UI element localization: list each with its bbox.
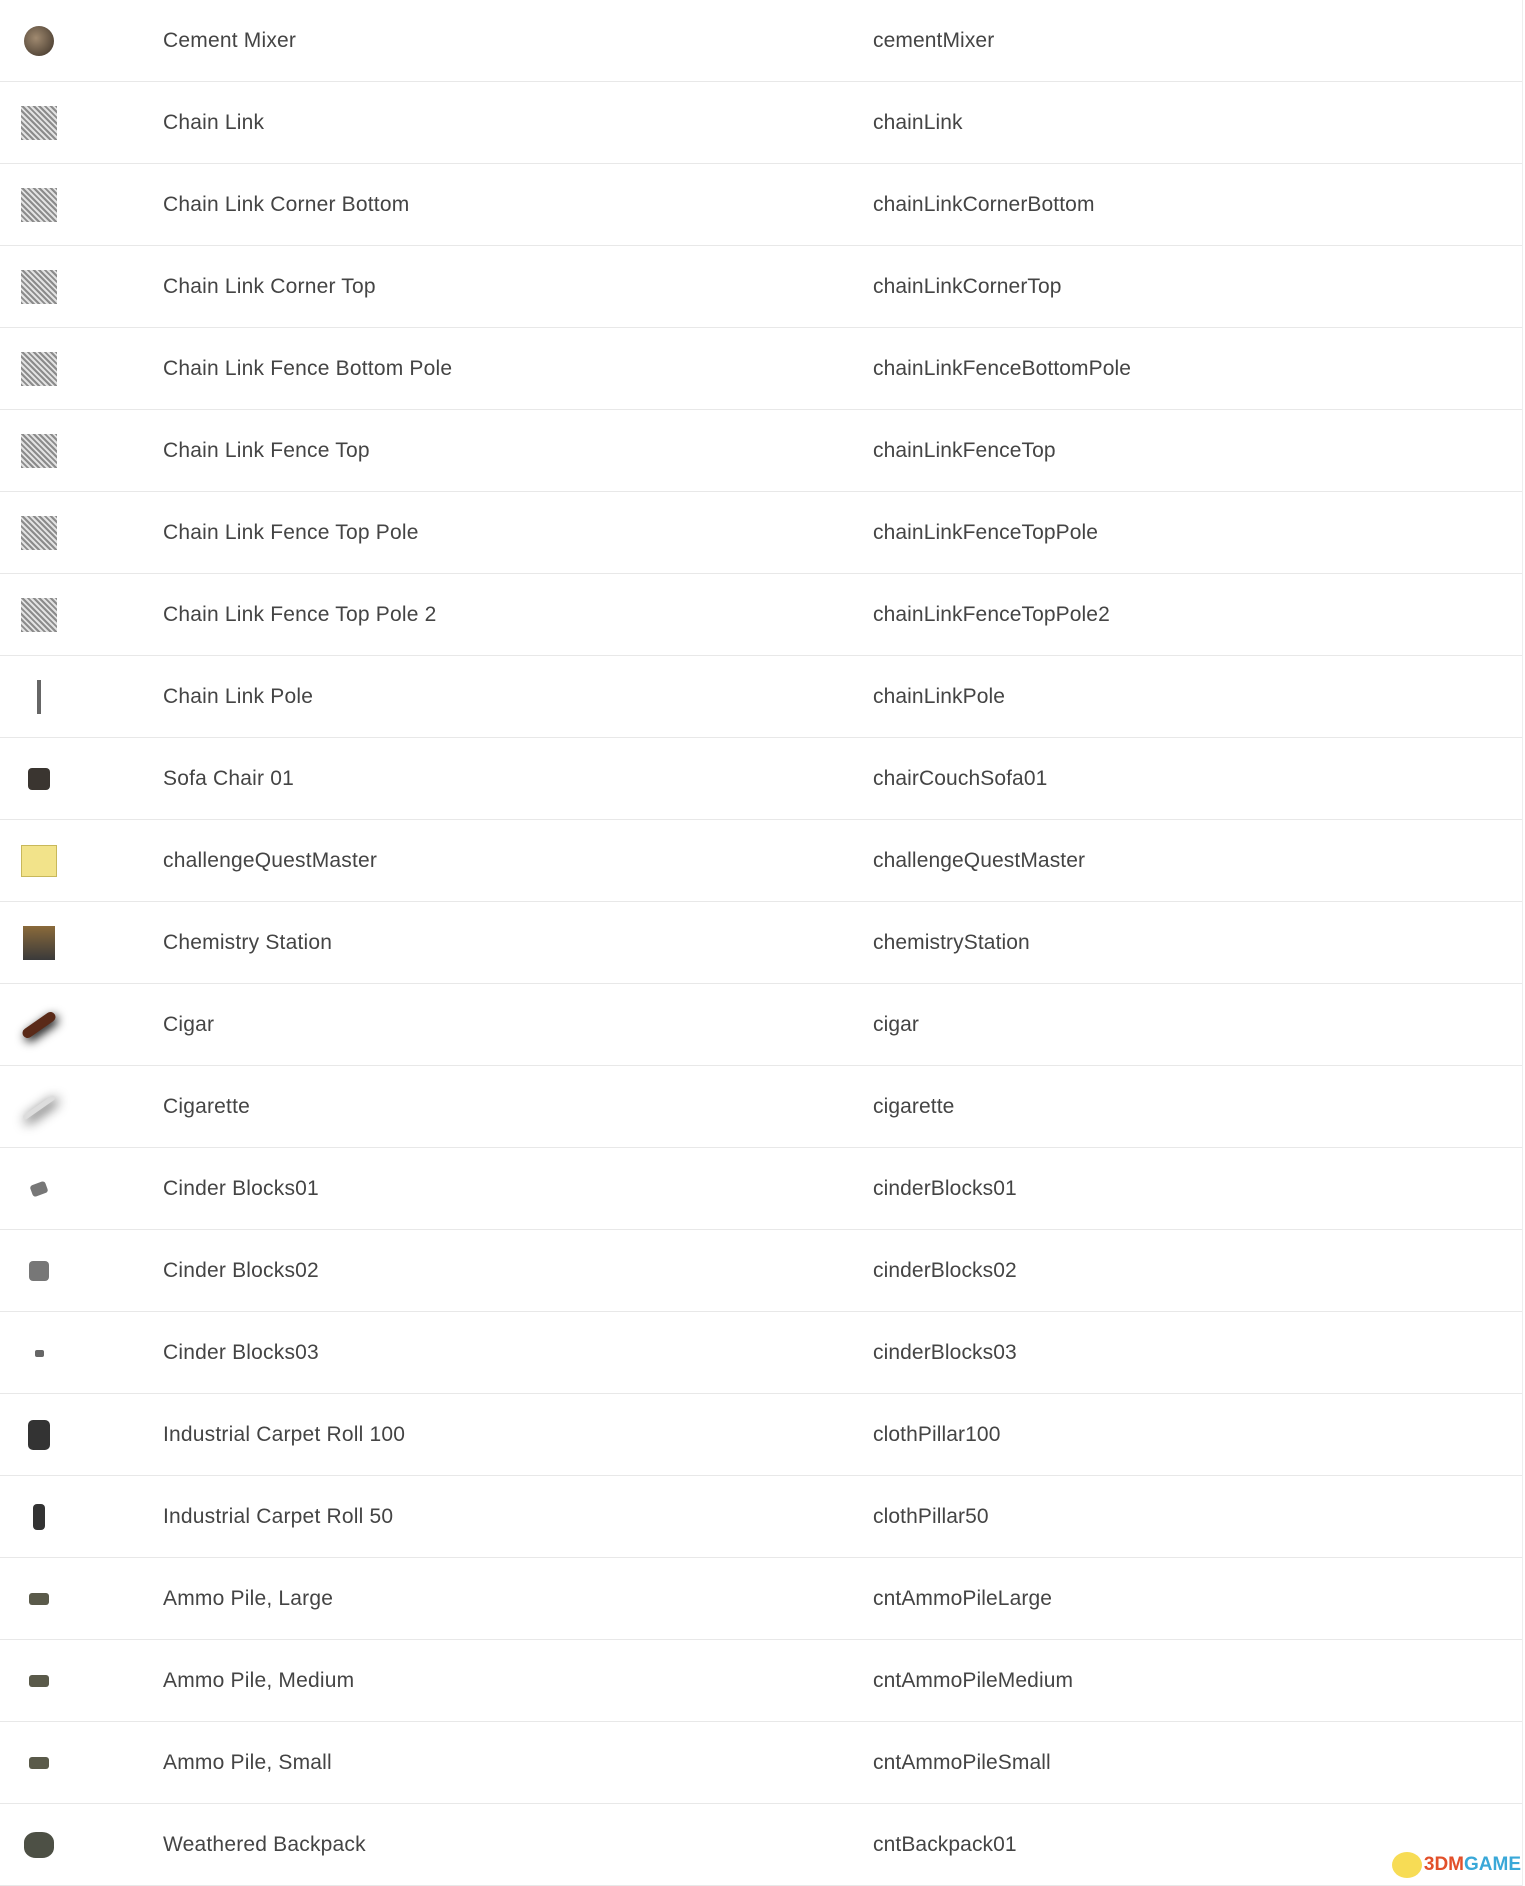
- chain-link-fence-icon: [20, 432, 58, 470]
- table-row: Chain Link Pole chainLinkPole: [0, 656, 1522, 738]
- item-name: Sofa Chair 01: [163, 766, 295, 790]
- item-code: cigarette: [873, 1094, 955, 1118]
- item-code: clothPillar100: [873, 1422, 1001, 1446]
- item-code: cntAmmoPileSmall: [873, 1750, 1051, 1774]
- item-code: chainLinkFenceTop: [873, 438, 1056, 462]
- table-row: Chain Link chainLink: [0, 82, 1522, 164]
- table-row: Chain Link Fence Top chainLinkFenceTop: [0, 410, 1522, 492]
- watermark-text-1: 3DM: [1423, 1854, 1464, 1875]
- item-name: Chain Link: [163, 110, 265, 134]
- item-code: chemistryStation: [873, 930, 1030, 954]
- chain-link-fence-icon: [20, 350, 58, 388]
- watermark-text-2: GAME: [1464, 1854, 1521, 1875]
- table-row: Cinder Blocks02 cinderBlocks02: [0, 1230, 1522, 1312]
- item-code: chainLinkPole: [873, 684, 1006, 708]
- item-code: chainLinkFenceTopPole: [873, 520, 1099, 544]
- item-code: chainLinkFenceTopPole2: [873, 602, 1110, 626]
- item-code: chairCouchSofa01: [873, 766, 1048, 790]
- item-table: Cement Mixer cementMixer Chain Link chai…: [0, 0, 1523, 1886]
- item-name: Cigarette: [163, 1094, 251, 1118]
- carpet-roll-icon: [20, 1498, 58, 1536]
- ammo-pile-icon: [20, 1662, 58, 1700]
- ammo-pile-icon: [20, 1580, 58, 1618]
- table-row: Cigarette cigarette: [0, 1066, 1522, 1148]
- table-row: Sofa Chair 01 chairCouchSofa01: [0, 738, 1522, 820]
- cinder-blocks-icon: [20, 1334, 58, 1372]
- watermark-logo: 3DM GAME: [1391, 1852, 1521, 1878]
- ammo-pile-icon: [20, 1744, 58, 1782]
- chain-link-fence-icon: [20, 596, 58, 634]
- item-name: Chain Link Fence Top: [163, 438, 370, 462]
- item-code: cementMixer: [873, 28, 995, 52]
- item-code: cinderBlocks01: [873, 1176, 1017, 1200]
- table-row: Chain Link Fence Top Pole 2 chainLinkFen…: [0, 574, 1522, 656]
- item-name: challengeQuestMaster: [163, 848, 378, 872]
- item-code: chainLink: [873, 110, 963, 134]
- chain-link-fence-icon: [20, 514, 58, 552]
- item-name: Ammo Pile, Medium: [163, 1668, 355, 1692]
- item-name: Ammo Pile, Small: [163, 1750, 332, 1774]
- item-name: Chain Link Fence Bottom Pole: [163, 356, 453, 380]
- table-row: Cigar cigar: [0, 984, 1522, 1066]
- item-name: Cinder Blocks01: [163, 1176, 319, 1200]
- item-code: cntAmmoPileLarge: [873, 1586, 1053, 1610]
- table-row: Ammo Pile, Small cntAmmoPileSmall: [0, 1722, 1522, 1804]
- item-code: cntBackpack01: [873, 1832, 1017, 1856]
- cinder-blocks-icon: [20, 1252, 58, 1290]
- sofa-chair-icon: [20, 760, 58, 798]
- item-code: challengeQuestMaster: [873, 848, 1086, 872]
- item-code: chainLinkFenceBottomPole: [873, 356, 1132, 380]
- chain-link-icon: [20, 104, 58, 142]
- item-name: Industrial Carpet Roll 100: [163, 1422, 406, 1446]
- table-row: Industrial Carpet Roll 100 clothPillar10…: [0, 1394, 1522, 1476]
- item-name: Ammo Pile, Large: [163, 1586, 334, 1610]
- chemistry-station-icon: [20, 924, 58, 962]
- table-row: Chain Link Fence Bottom Pole chainLinkFe…: [0, 328, 1522, 410]
- item-name: Chemistry Station: [163, 930, 333, 954]
- table-row: challengeQuestMaster challengeQuestMaste…: [0, 820, 1522, 902]
- item-name: Chain Link Fence Top Pole 2: [163, 602, 437, 626]
- cigarette-icon: [20, 1088, 58, 1126]
- item-name: Cement Mixer: [163, 28, 297, 52]
- item-code: cinderBlocks03: [873, 1340, 1017, 1364]
- cigar-icon: [20, 1006, 58, 1044]
- item-code: chainLinkCornerTop: [873, 274, 1062, 298]
- cement-mixer-icon: [20, 22, 58, 60]
- chain-link-corner-icon: [20, 186, 58, 224]
- mascot-icon: [1391, 1852, 1422, 1878]
- item-name: Chain Link Corner Top: [163, 274, 376, 298]
- pole-icon: [20, 678, 58, 716]
- item-name: Chain Link Corner Bottom: [163, 192, 410, 216]
- item-name: Industrial Carpet Roll 50: [163, 1504, 394, 1528]
- item-code: cntAmmoPileMedium: [873, 1668, 1074, 1692]
- note-paper-icon: [20, 842, 58, 880]
- item-name: Chain Link Pole: [163, 684, 314, 708]
- table-row: Industrial Carpet Roll 50 clothPillar50: [0, 1476, 1522, 1558]
- item-code: cigar: [873, 1012, 920, 1036]
- table-row: Chain Link Corner Bottom chainLinkCorner…: [0, 164, 1522, 246]
- chain-link-corner-icon: [20, 268, 58, 306]
- cinder-blocks-icon: [20, 1170, 58, 1208]
- table-row: Cinder Blocks03 cinderBlocks03: [0, 1312, 1522, 1394]
- table-row: Cement Mixer cementMixer: [0, 0, 1522, 82]
- item-name: Weathered Backpack: [163, 1832, 366, 1856]
- table-row: Chemistry Station chemistryStation: [0, 902, 1522, 984]
- table-row: Chain Link Corner Top chainLinkCornerTop: [0, 246, 1522, 328]
- table-row: Ammo Pile, Medium cntAmmoPileMedium: [0, 1640, 1522, 1722]
- item-code: clothPillar50: [873, 1504, 989, 1528]
- item-name: Chain Link Fence Top Pole: [163, 520, 419, 544]
- table-row: Chain Link Fence Top Pole chainLinkFence…: [0, 492, 1522, 574]
- backpack-icon: [20, 1826, 58, 1864]
- item-name: Cigar: [163, 1012, 215, 1036]
- item-name: Cinder Blocks03: [163, 1340, 319, 1364]
- item-name: Cinder Blocks02: [163, 1258, 319, 1282]
- table-row: Cinder Blocks01 cinderBlocks01: [0, 1148, 1522, 1230]
- table-row: Weathered Backpack cntBackpack01: [0, 1804, 1522, 1886]
- table-row: Ammo Pile, Large cntAmmoPileLarge: [0, 1558, 1522, 1640]
- item-code: cinderBlocks02: [873, 1258, 1017, 1282]
- item-code: chainLinkCornerBottom: [873, 192, 1095, 216]
- carpet-roll-icon: [20, 1416, 58, 1454]
